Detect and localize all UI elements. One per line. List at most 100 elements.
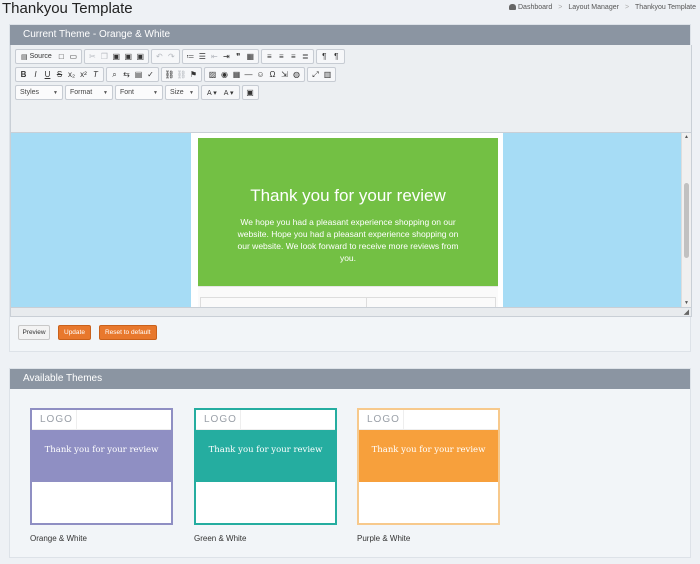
theme-name: Orange & White	[30, 534, 87, 543]
toolbar-group-lists: ≔ ☰ ⇤ ⇥ ❞ ▦	[181, 49, 259, 64]
cut-icon[interactable]: ✂	[87, 51, 98, 62]
undo-icon[interactable]: ↶	[154, 51, 165, 62]
iframe-icon[interactable]: ◍	[291, 69, 302, 80]
theme-thumbnail[interactable]: LOGO Thank you for your review	[357, 408, 500, 525]
align-right-icon[interactable]: ≡	[288, 51, 299, 62]
select-all-icon[interactable]: ▤	[133, 69, 144, 80]
div-container-icon[interactable]: ▦	[245, 51, 256, 62]
blockquote-icon[interactable]: ❞	[233, 51, 244, 62]
outdent-icon[interactable]: ⇤	[209, 51, 220, 62]
toolbar-row-3: Styles ▼ Format ▼ Font ▼ Size ▼ A ▾ A ▾ ▣	[15, 85, 259, 100]
toolbar-row-2: B I U S x₂ x² T ⌕ ⇆ ▤ ✓ ⛓ ⛓ ⚑ ▨ ◉ ▦ — ☺ …	[15, 67, 336, 82]
show-blocks-icon[interactable]: ▥	[322, 69, 333, 80]
theme-card-1[interactable]: LOGO Thank you for your review Orange & …	[30, 408, 173, 543]
replace-icon[interactable]: ⇆	[121, 69, 132, 80]
find-icon[interactable]: ⌕	[109, 69, 120, 80]
subscript-icon[interactable]: x₂	[66, 69, 77, 80]
bulleted-list-icon[interactable]: ☰	[197, 51, 208, 62]
breadcrumb-layout-manager[interactable]: Layout Manager	[568, 4, 619, 11]
superscript-icon[interactable]: x²	[78, 69, 89, 80]
toolbar-group-editing: ⌕ ⇆ ▤ ✓	[106, 67, 159, 82]
thumbnail-hero: Thank you for your review	[196, 430, 335, 482]
resize-handle-icon[interactable]: ◢	[684, 309, 689, 316]
remove-format-icon[interactable]: T	[90, 69, 101, 80]
new-page-icon[interactable]: □	[56, 51, 67, 62]
spellcheck-icon[interactable]: ✓	[145, 69, 156, 80]
bold-icon[interactable]: B	[18, 69, 29, 80]
save-icon[interactable]: ▣	[245, 87, 256, 98]
page-break-icon[interactable]: ⇲	[279, 69, 290, 80]
numbered-list-icon[interactable]: ≔	[185, 51, 196, 62]
editor-scrollbar[interactable]: ▲ ▼	[681, 133, 691, 307]
source-button[interactable]: ▤ Source	[18, 51, 55, 62]
email-content-box	[200, 297, 496, 307]
reset-to-default-button[interactable]: Reset to default	[98, 325, 157, 340]
theme-name: Green & White	[194, 534, 247, 543]
rtl-icon[interactable]: ¶	[331, 51, 342, 62]
horizontal-rule-icon[interactable]: —	[243, 69, 254, 80]
preview-button[interactable]: Preview	[18, 325, 50, 340]
theme-thumbnail[interactable]: LOGO Thank you for your review	[194, 408, 337, 525]
toolbar-group-insert: ▨ ◉ ▦ — ☺ Ω ⇲ ◍	[204, 67, 305, 82]
scroll-up-icon[interactable]: ▲	[684, 134, 689, 140]
thumbnail-hero-title: Thank you for your review	[44, 445, 159, 455]
scrollbar-thumb[interactable]	[684, 183, 689, 258]
justify-icon[interactable]: ≣	[300, 51, 311, 62]
email-content-divider	[366, 297, 367, 307]
text-color-icon[interactable]: A ▾	[204, 87, 220, 98]
table-icon[interactable]: ▦	[231, 69, 242, 80]
copy-icon[interactable]: ❐	[99, 51, 110, 62]
toolbar-group-colors: A ▾ A ▾	[201, 85, 240, 100]
email-hero[interactable]: Thank you for your review We hope you ha…	[198, 138, 498, 286]
smiley-icon[interactable]: ☺	[255, 69, 266, 80]
breadcrumb-current: Thankyou Template	[635, 4, 696, 11]
align-left-icon[interactable]: ≡	[264, 51, 275, 62]
editor-canvas[interactable]: Thank you for your review We hope you ha…	[10, 133, 692, 307]
chevron-down-icon: ▼	[53, 89, 58, 96]
underline-icon[interactable]: U	[42, 69, 53, 80]
link-icon[interactable]: ⛓	[164, 69, 175, 80]
styles-dropdown[interactable]: Styles ▼	[15, 85, 63, 100]
scroll-down-icon[interactable]: ▼	[684, 300, 689, 306]
strike-icon[interactable]: S	[54, 69, 65, 80]
anchor-icon[interactable]: ⚑	[188, 69, 199, 80]
templates-icon[interactable]: ▭	[68, 51, 79, 62]
breadcrumb-dashboard[interactable]: Dashboard	[509, 4, 552, 11]
format-dropdown[interactable]: Format ▼	[65, 85, 113, 100]
thumbnail-logo: LOGO	[359, 410, 404, 429]
toolbar-group-undo: ↶ ↷	[150, 49, 180, 64]
special-char-icon[interactable]: Ω	[267, 69, 278, 80]
theme-card-3[interactable]: LOGO Thank you for your review Purple & …	[357, 408, 500, 543]
toolbar-group-clipboard: ✂ ❐ ▣ ▣ ▣	[83, 49, 149, 64]
redo-icon[interactable]: ↷	[166, 51, 177, 62]
background-color-icon[interactable]: A ▾	[221, 87, 237, 98]
chevron-down-icon: ▼	[189, 89, 194, 96]
thumbnail-logo-row: LOGO	[359, 410, 498, 430]
maximize-icon[interactable]: ⤢	[310, 69, 321, 80]
align-center-icon[interactable]: ≡	[276, 51, 287, 62]
indent-icon[interactable]: ⇥	[221, 51, 232, 62]
toolbar-row-1: ▤ Source □ ▭ ✂ ❐ ▣ ▣ ▣ ↶ ↷ ≔ ☰ ⇤ ⇥ ❞ ▦ ≡…	[15, 49, 345, 64]
italic-icon[interactable]: I	[30, 69, 41, 80]
format-dropdown-label: Format	[70, 89, 93, 96]
paste-icon[interactable]: ▣	[111, 51, 122, 62]
unlink-icon[interactable]: ⛓	[176, 69, 187, 80]
toolbar-group-direction: ¶ ¶	[315, 49, 345, 64]
size-dropdown[interactable]: Size ▼	[165, 85, 199, 100]
ltr-icon[interactable]: ¶	[319, 51, 330, 62]
theme-thumbnail[interactable]: LOGO Thank you for your review	[30, 408, 173, 525]
email-content-area[interactable]	[198, 286, 498, 307]
breadcrumb-dashboard-label: Dashboard	[518, 4, 553, 11]
theme-card-2[interactable]: LOGO Thank you for your review Green & W…	[194, 408, 337, 543]
thumbnail-hero-title: Thank you for your review	[371, 445, 486, 455]
current-theme-panel: Current Theme - Orange & White ▤ Source □…	[9, 24, 692, 352]
font-dropdown[interactable]: Font ▼	[115, 85, 163, 100]
paste-word-icon[interactable]: ▣	[135, 51, 146, 62]
theme-name: Purple & White	[357, 534, 411, 543]
flash-icon[interactable]: ◉	[219, 69, 230, 80]
update-button[interactable]: Update	[58, 325, 91, 340]
paste-text-icon[interactable]: ▣	[123, 51, 134, 62]
toolbar-group-document: ▤ Source □ ▭	[15, 49, 82, 64]
editor-actions: Preview Update Reset to default	[18, 325, 157, 340]
image-icon[interactable]: ▨	[207, 69, 218, 80]
